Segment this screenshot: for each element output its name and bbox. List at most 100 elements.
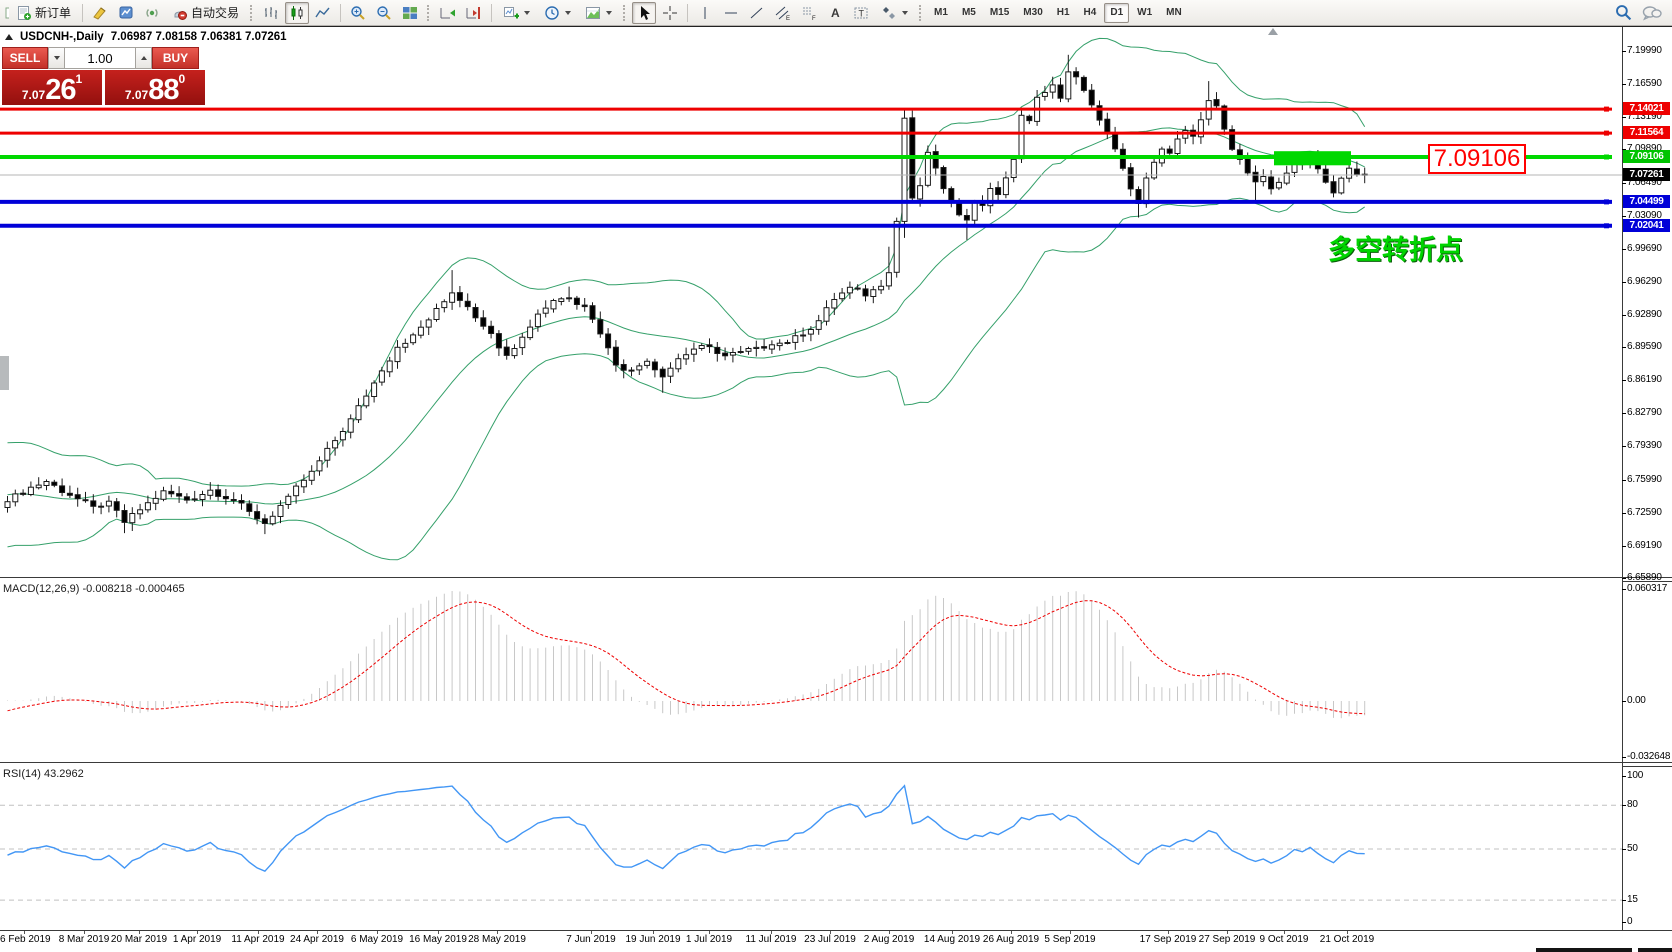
search-icon[interactable] xyxy=(1615,4,1632,21)
timeframe-button-h1[interactable]: H1 xyxy=(1051,3,1076,23)
chart-shift-button[interactable] xyxy=(462,2,486,24)
tile-windows-button[interactable] xyxy=(398,2,422,24)
brush-icon xyxy=(92,5,108,21)
rsi-panel-canvas[interactable] xyxy=(0,766,1622,930)
date-axis-label: 6 May 2019 xyxy=(351,934,403,945)
rsi-name: RSI(14) xyxy=(3,768,41,780)
sell-button[interactable]: SELL xyxy=(2,47,48,69)
hline-marker[interactable] xyxy=(1604,155,1609,160)
profiles-button[interactable] xyxy=(114,2,138,24)
candle-body xyxy=(1081,77,1086,90)
volume-increase-button[interactable] xyxy=(135,47,152,69)
timeframe-button-d1[interactable]: D1 xyxy=(1104,3,1129,23)
auto-scroll-button[interactable] xyxy=(436,2,460,24)
timeframe-button-m1[interactable]: M1 xyxy=(928,3,954,23)
candle-body xyxy=(348,419,353,432)
turning-point-annotation[interactable]: 多空转折点 xyxy=(1328,228,1463,267)
toolbar-grip xyxy=(427,5,431,21)
candlestick-chart-button[interactable] xyxy=(285,2,309,24)
price-axis-tick xyxy=(1622,380,1626,381)
volume-input[interactable] xyxy=(65,47,135,69)
candle-body xyxy=(964,216,969,221)
buy-price-display[interactable]: 7.07 88 0 xyxy=(105,70,205,105)
candle-body xyxy=(481,318,486,326)
candle-body xyxy=(426,320,431,327)
auto-trading-button[interactable]: 自动交易 xyxy=(166,2,245,24)
candle-body xyxy=(270,516,275,523)
candle-body xyxy=(278,505,283,516)
scroll-position-marker-icon xyxy=(1268,28,1278,35)
candle-body xyxy=(543,308,548,313)
candle-body xyxy=(746,349,751,352)
channel-icon: E xyxy=(775,5,791,21)
candle-body xyxy=(808,330,813,335)
rsi-axis-label: 80 xyxy=(1627,799,1638,810)
cursor-button[interactable] xyxy=(632,2,656,24)
candle-body xyxy=(473,308,478,318)
candle-body xyxy=(949,189,954,202)
zoom-out-button[interactable] xyxy=(372,2,396,24)
collapse-triangle-icon[interactable] xyxy=(5,34,13,40)
rsi-axis-label: 50 xyxy=(1627,843,1638,854)
separator xyxy=(82,4,83,22)
text-label-button[interactable]: T xyxy=(849,2,873,24)
chat-icon[interactable] xyxy=(1642,5,1662,21)
price-tag: 7.02041 xyxy=(1623,219,1670,232)
sell-price-display[interactable]: 7.07 26 1 xyxy=(2,70,102,105)
price-axis-tick xyxy=(1622,315,1626,316)
price-axis-label: 7.19990 xyxy=(1627,45,1662,56)
timeframe-button-w1[interactable]: W1 xyxy=(1131,3,1158,23)
candle-body xyxy=(1003,178,1008,195)
candle-body xyxy=(933,152,938,168)
candle-body xyxy=(816,321,821,330)
fibonacci-button[interactable]: F xyxy=(797,2,821,24)
equidistant-channel-button[interactable]: E xyxy=(771,2,795,24)
candle-body xyxy=(301,480,306,487)
macd-panel-canvas[interactable] xyxy=(0,581,1622,762)
date-axis-label: 17 Sep 2019 xyxy=(1140,934,1197,945)
volume-decrease-button[interactable] xyxy=(48,47,65,69)
timeframe-button-m15[interactable]: M15 xyxy=(984,3,1015,23)
macd-values: -0.008218 -0.000465 xyxy=(82,583,184,595)
hline-marker[interactable] xyxy=(1604,223,1609,228)
new-order-button[interactable]: 新订单 xyxy=(10,2,77,24)
candle-body xyxy=(1253,172,1258,182)
line-chart-button[interactable] xyxy=(311,2,335,24)
zoom-in-button[interactable] xyxy=(346,2,370,24)
price-tag: 7.14021 xyxy=(1623,102,1670,115)
text-button[interactable]: A xyxy=(823,2,847,24)
horizontal-line-button[interactable] xyxy=(719,2,743,24)
bar-chart-button[interactable] xyxy=(259,2,283,24)
periods-button[interactable] xyxy=(538,2,577,24)
candle-body xyxy=(606,334,611,348)
price-level-callout[interactable]: 7.09106 xyxy=(1428,144,1526,174)
crosshair-button[interactable] xyxy=(658,2,682,24)
candle-body xyxy=(847,287,852,293)
candle-body xyxy=(496,334,501,348)
styler-button[interactable] xyxy=(88,2,112,24)
candle-body xyxy=(1027,116,1032,120)
candle-body xyxy=(60,486,65,493)
vertical-line-button[interactable] xyxy=(693,2,717,24)
indicators-button[interactable] xyxy=(497,2,536,24)
trendline-button[interactable] xyxy=(745,2,769,24)
rsi-axis-tick xyxy=(1622,849,1626,850)
highlight-rectangle[interactable] xyxy=(1274,151,1351,165)
timeframe-button-h4[interactable]: H4 xyxy=(1078,3,1103,23)
timeframe-button-mn[interactable]: MN xyxy=(1160,3,1188,23)
templates-button[interactable] xyxy=(579,2,618,24)
arrows-button[interactable] xyxy=(875,2,914,24)
signals-button[interactable] xyxy=(140,2,164,24)
hline-marker[interactable] xyxy=(1604,199,1609,204)
timeframe-button-m5[interactable]: M5 xyxy=(956,3,982,23)
timeframe-button-m30[interactable]: M30 xyxy=(1017,3,1048,23)
hline-marker[interactable] xyxy=(1604,107,1609,112)
candle-body xyxy=(668,368,673,376)
hline-marker[interactable] xyxy=(1604,131,1609,136)
candle-body xyxy=(520,337,525,347)
rsi-axis-label: 15 xyxy=(1627,894,1638,905)
text-label-icon: T xyxy=(853,5,869,21)
buy-button[interactable]: BUY xyxy=(152,47,199,69)
main-chart-canvas[interactable] xyxy=(0,27,1622,578)
candle-body xyxy=(83,500,88,501)
